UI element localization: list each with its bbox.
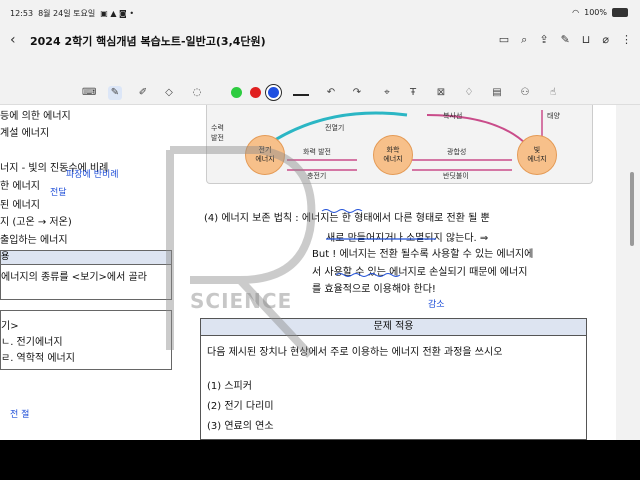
book-icon[interactable]: ▭ bbox=[499, 33, 509, 47]
status-date: 8월 24일 토요일 bbox=[38, 9, 96, 18]
color-blue[interactable] bbox=[268, 87, 279, 98]
left-box-2: 기> ㄴ. 전기에너지 ㄹ. 역학적 에너지 bbox=[0, 310, 172, 370]
document-title[interactable]: 2024 2학기 핵심개념 복습노트-일반고(3,4단원) bbox=[30, 33, 266, 49]
watermark-text: SCIENCE bbox=[190, 289, 293, 313]
problem-item: (2) 전기 다리미 bbox=[207, 401, 274, 412]
left-box-head: 용 bbox=[1, 251, 171, 265]
highlighter-icon[interactable]: ✐ bbox=[136, 86, 150, 100]
drawing-toolbar: ⌨ ✎ ✐ ◇ ◌ ↶ ↷ ⌖ Ŧ ⊠ ♢ ▤ ⚇ ☝ bbox=[0, 82, 640, 104]
ruler-icon[interactable]: ⊠ bbox=[434, 86, 448, 100]
bookmark-icon[interactable]: ⊔ bbox=[582, 33, 591, 47]
status-bar: 12:53 8월 24일 토요일 ▣ ▲ ◙ • ◠ 100% bbox=[0, 0, 640, 24]
left-box-line: ㄴ. 전기에너지 bbox=[1, 337, 63, 348]
status-battery: 100% bbox=[584, 8, 607, 17]
image-icon[interactable]: ▤ bbox=[490, 86, 504, 100]
problem-prompt: 다음 제시된 장치나 현상에서 주로 이용하는 에너지 전환 과정을 쓰시오 bbox=[207, 347, 503, 358]
light-energy-node: 빛 에너지 bbox=[517, 135, 557, 175]
diagram-label: 복사선 bbox=[443, 112, 463, 120]
pen-width-icon[interactable] bbox=[293, 94, 309, 96]
color-green[interactable] bbox=[231, 87, 242, 98]
left-page: 등에 의한 에너지 계설 에너지 너지 - 빛의 진동수에 비례 한 에너지 된… bbox=[0, 105, 187, 440]
color-red[interactable] bbox=[250, 87, 261, 98]
chemical-energy-node: 화학 에너지 bbox=[373, 135, 413, 175]
left-box: 용 에너지의 종류를 <보기>에서 골라 bbox=[0, 250, 172, 300]
title-bar: ‹ 2024 2학기 핵심개념 복습노트-일반고(3,4단원) ▭ ⌕ ⇪ ✎ … bbox=[0, 24, 640, 60]
left-box-line: ㄹ. 역학적 에너지 bbox=[1, 353, 75, 364]
diagram-label: 화력 발전 bbox=[303, 148, 331, 156]
left-line: 출입하는 에너지 bbox=[0, 235, 68, 246]
search-icon[interactable]: ⌕ bbox=[521, 33, 527, 47]
edit-icon[interactable]: ✎ bbox=[561, 33, 570, 47]
left-box-line: 기> bbox=[1, 321, 19, 332]
ink-effect-icon[interactable]: ♢ bbox=[462, 86, 476, 100]
title-actions: ▭ ⌕ ⇪ ✎ ⊔ ⌀ ⋮ bbox=[499, 33, 632, 47]
left-box-line: 에너지의 종류를 <보기>에서 골라 bbox=[1, 272, 147, 283]
eraser-icon[interactable]: ◇ bbox=[162, 86, 176, 100]
pen-tool-icon[interactable]: ✎ bbox=[108, 86, 122, 100]
problem-item: (1) 스피커 bbox=[207, 381, 252, 392]
diagram-label: 반딧불이 bbox=[443, 172, 469, 180]
problem-box: 문제 적용 다음 제시된 장치나 현상에서 주로 이용하는 에너지 전환 과정을… bbox=[200, 318, 587, 440]
lasso-icon[interactable]: ◌ bbox=[190, 86, 204, 100]
wifi-icon: ◠ bbox=[572, 8, 580, 17]
left-line: 한 에너지 bbox=[0, 181, 40, 192]
redo-icon[interactable]: ↷ bbox=[350, 86, 364, 100]
keyboard-icon[interactable]: ⌨ bbox=[82, 86, 96, 100]
app-screen: 12:53 8월 24일 토요일 ▣ ▲ ◙ • ◠ 100% ‹ 2024 2… bbox=[0, 0, 640, 440]
right-page: 전기 에너지 화학 에너지 빛 에너지 수력 발전 전열기 화력 발전 충전기 광합성 … bbox=[186, 105, 616, 440]
diagram-label: 태양 bbox=[547, 112, 560, 120]
shapes-icon[interactable]: ⚇ bbox=[518, 86, 532, 100]
notification-icons: ▣ ▲ ◙ • bbox=[100, 9, 135, 18]
shape-icon[interactable]: ⌖ bbox=[380, 86, 394, 100]
left-line: 된 에너지 bbox=[0, 200, 40, 211]
handwriting: 파장에 반비례 bbox=[66, 170, 119, 180]
status-time: 12:53 bbox=[10, 9, 34, 18]
left-line: 계설 에너지 bbox=[0, 128, 50, 139]
share-icon[interactable]: ⇪ bbox=[539, 33, 548, 47]
more-icon[interactable]: ⋮ bbox=[621, 33, 632, 47]
diagram-label: 전열기 bbox=[325, 124, 345, 132]
back-arrow-icon[interactable]: ‹ bbox=[10, 32, 16, 48]
text-tool-icon[interactable]: Ŧ bbox=[406, 86, 420, 100]
left-line: 지 (고온 → 저온) bbox=[0, 217, 72, 228]
energy-diagram: 전기 에너지 화학 에너지 빛 에너지 수력 발전 전열기 화력 발전 충전기 광합성 … bbox=[206, 105, 593, 184]
diagram-label: 충전기 bbox=[307, 172, 327, 180]
handwriting: 전달 bbox=[50, 188, 67, 198]
battery-icon bbox=[612, 8, 628, 17]
problem-header: 문제 적용 bbox=[201, 319, 586, 336]
attach-icon[interactable]: ⌀ bbox=[602, 33, 609, 47]
electric-energy-node: 전기 에너지 bbox=[245, 135, 285, 175]
left-line: 등에 의한 에너지 bbox=[0, 111, 71, 122]
undo-icon[interactable]: ↶ bbox=[324, 86, 338, 100]
problem-item: (3) 연료의 연소 bbox=[207, 421, 274, 432]
diagram-label: 수력 발전 bbox=[211, 124, 224, 142]
page-scrollbar[interactable] bbox=[630, 172, 634, 246]
handwriting: 전 절 bbox=[10, 410, 30, 420]
pointer-icon[interactable]: ☝ bbox=[546, 86, 560, 100]
diagram-label: 광합성 bbox=[447, 148, 467, 156]
